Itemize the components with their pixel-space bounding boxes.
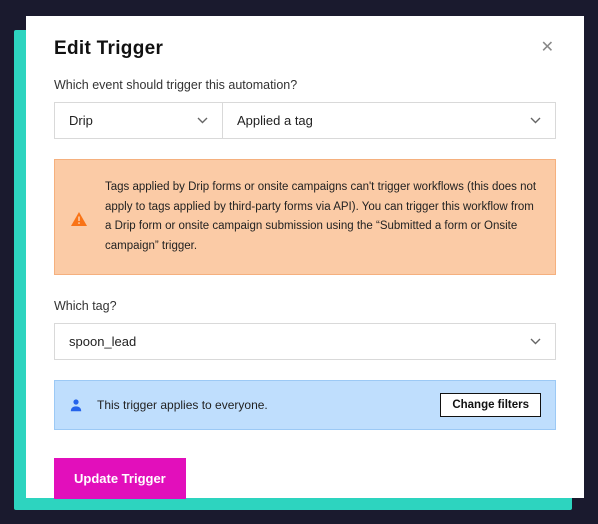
event-select-value: Applied a tag [237,113,313,128]
provider-select[interactable]: Drip [55,103,223,138]
event-select[interactable]: Applied a tag [223,103,555,138]
chevron-down-icon [530,338,541,345]
tag-select-value: spoon_lead [69,334,136,349]
warning-text: Tags applied by Drip forms or onsite cam… [105,178,539,256]
tag-select[interactable]: spoon_lead [54,323,556,360]
chevron-down-icon [197,117,208,124]
chevron-down-icon [530,117,541,124]
modal-header: Edit Trigger ✕ [54,38,556,60]
close-icon[interactable]: ✕ [539,38,556,58]
warning-alert: Tags applied by Drip forms or onsite cam… [54,159,556,275]
provider-select-value: Drip [69,113,93,128]
modal-title: Edit Trigger [54,38,163,60]
event-field-label: Which event should trigger this automati… [54,78,556,92]
person-icon [69,398,83,412]
change-filters-button[interactable]: Change filters [440,393,541,417]
tag-field-label: Which tag? [54,299,556,313]
event-select-row: Drip Applied a tag [54,102,556,139]
filters-info-text: This trigger applies to everyone. [97,398,426,412]
update-trigger-button[interactable]: Update Trigger [54,458,186,499]
edit-trigger-modal: Edit Trigger ✕ Which event should trigge… [26,16,584,498]
warning-icon [71,212,87,226]
filters-info-bar: This trigger applies to everyone. Change… [54,380,556,430]
